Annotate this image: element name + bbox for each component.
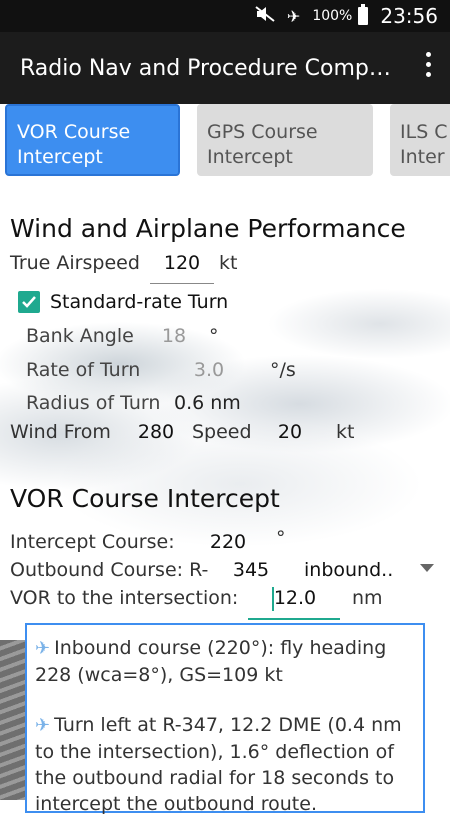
intercept-course-input[interactable]: 220: [203, 531, 253, 553]
tab-bar: VOR Course Intercept GPS Course Intercep…: [0, 104, 450, 180]
speed-label: Speed: [192, 421, 252, 443]
bank-angle-unit: °: [209, 325, 219, 347]
tab-label: Intercept: [17, 146, 103, 168]
overflow-menu-icon[interactable]: [426, 52, 432, 82]
tab-gps-course-intercept[interactable]: GPS Course Intercept: [197, 104, 373, 176]
rate-of-turn-input: 3.0: [193, 359, 225, 381]
tab-ils-course-intercept[interactable]: ILS C Inter: [390, 104, 450, 176]
rate-of-turn-label: Rate of Turn: [26, 359, 141, 381]
chevron-down-icon[interactable]: [420, 564, 434, 572]
battery-icon: [358, 4, 369, 25]
section-heading-wind: Wind and Airplane Performance: [10, 214, 406, 243]
outbound-course-label: Outbound Course: R-: [10, 559, 209, 581]
outbound-course-input[interactable]: 345: [226, 559, 276, 581]
radius-of-turn-label: Radius of Turn: [26, 392, 161, 414]
wind-speed-unit: kt: [336, 421, 355, 443]
radius-of-turn-value: 0.6 nm: [174, 392, 241, 414]
airplane-icon: ✈: [35, 715, 51, 736]
airplane-mode-icon: ✈: [286, 6, 301, 26]
result-item: ✈ Turn left at R-347, 12.2 DME (0.4 nm to…: [35, 712, 415, 817]
tab-vor-course-intercept[interactable]: VOR Course Intercept: [5, 104, 180, 176]
vor-distance-unit: nm: [352, 587, 383, 609]
rate-of-turn-unit: °/s: [270, 359, 296, 381]
result-item: ✈ Inbound course (220°): fly heading 228 …: [35, 635, 415, 688]
direction-select[interactable]: inbound..: [304, 559, 393, 581]
section-heading-vor: VOR Course Intercept: [10, 484, 280, 513]
true-airspeed-unit: kt: [219, 252, 238, 274]
checkmark-icon: [22, 296, 36, 308]
app-title: Radio Nav and Procedure Comp…: [20, 55, 391, 81]
wind-speed-input[interactable]: 20: [270, 421, 310, 443]
tab-label: ILS C: [400, 121, 448, 143]
clock: 23:56: [380, 4, 438, 28]
airplane-icon: ✈: [35, 638, 51, 659]
vor-distance-input[interactable]: 12.0: [272, 587, 318, 609]
intercept-course-unit: °: [276, 527, 286, 549]
battery-percent: 100%: [312, 8, 353, 24]
status-bar: ✈ 100% 23:56: [0, 0, 450, 32]
result-text-1: Inbound course (220°): fly heading 228 (…: [35, 637, 387, 686]
standard-rate-checkbox[interactable]: [18, 291, 40, 313]
tab-label: Intercept: [207, 146, 293, 168]
true-airspeed-label: True Airspeed: [10, 252, 140, 274]
vor-distance-underline: [248, 618, 340, 620]
app-bar: Radio Nav and Procedure Comp…: [0, 32, 450, 104]
wind-from-input[interactable]: 280: [134, 421, 178, 443]
true-airspeed-input[interactable]: 120: [150, 252, 214, 274]
tab-label: GPS Course: [207, 121, 318, 143]
result-panel: ✈ Inbound course (220°): fly heading 228 …: [25, 623, 425, 815]
mute-icon: [255, 6, 275, 26]
wind-from-label: Wind From: [10, 421, 111, 443]
tab-label: VOR Course: [17, 121, 131, 143]
tab-label: Inter: [400, 146, 445, 168]
bank-angle-label: Bank Angle: [26, 325, 134, 347]
standard-rate-label[interactable]: Standard-rate Turn: [50, 291, 228, 313]
bank-angle-input: 18: [161, 325, 187, 347]
vor-distance-label: VOR to the intersection:: [10, 587, 239, 609]
intercept-course-label: Intercept Course:: [10, 531, 175, 553]
true-airspeed-underline: [150, 283, 214, 284]
